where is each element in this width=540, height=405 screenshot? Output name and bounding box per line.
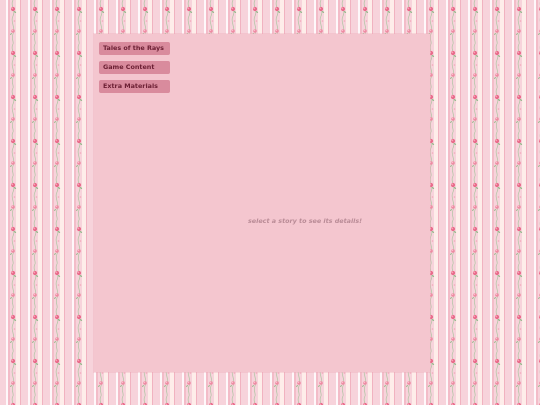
story-details-placeholder: select a story to see its details! xyxy=(248,217,363,225)
menu-button-extra-materials[interactable]: Extra Materials xyxy=(99,80,170,93)
story-menu: Tales of the Rays Game Content Extra Mat… xyxy=(99,42,170,93)
menu-button-tales-of-the-rays[interactable]: Tales of the Rays xyxy=(99,42,170,55)
content-panel: Tales of the Rays Game Content Extra Mat… xyxy=(94,34,430,372)
menu-button-game-content[interactable]: Game Content xyxy=(99,61,170,74)
